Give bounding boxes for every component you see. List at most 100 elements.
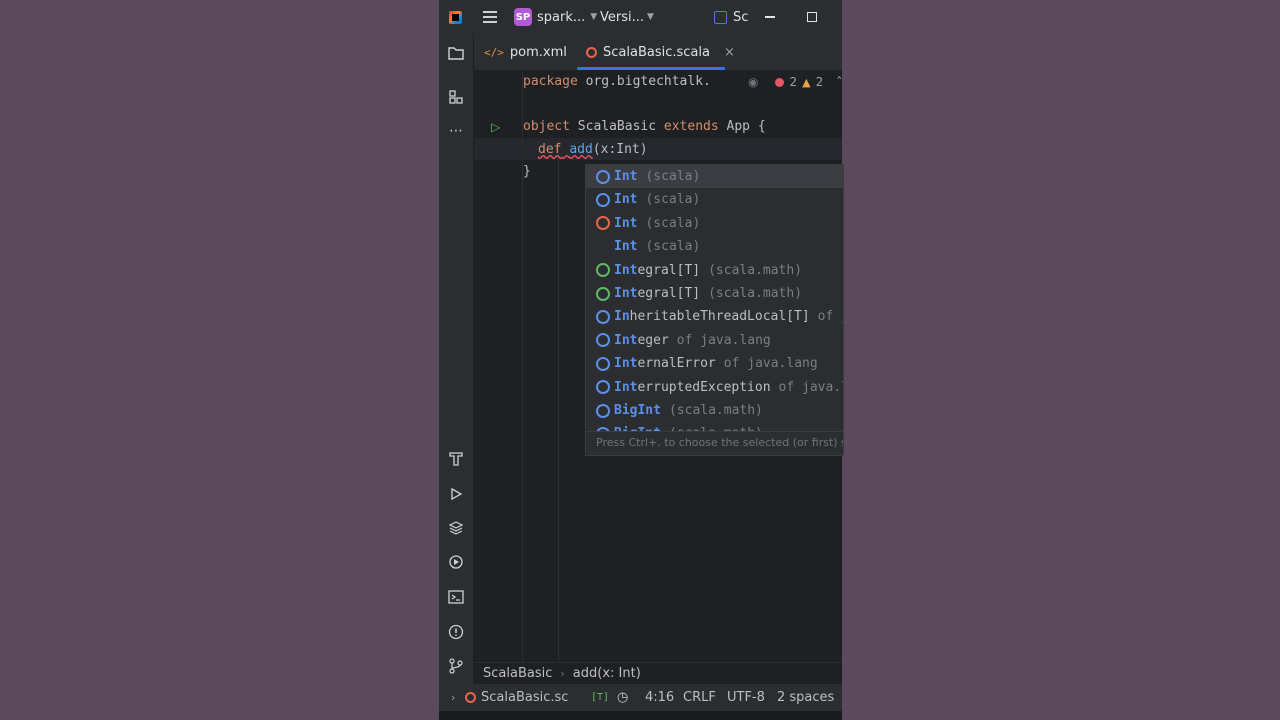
scala-file-icon [586,46,597,58]
minimize-button[interactable] [763,0,777,34]
scala-file-icon [465,692,476,703]
object-icon [596,216,610,231]
completion-match: Int [614,239,638,255]
chevron-up-icon[interactable]: ˄ [836,75,842,89]
title-bar: SP spark... ▼ Versi... ▼ Sc [439,0,842,34]
project-widget[interactable]: SP spark... ▼ [514,0,597,34]
completion-item[interactable]: InheritableThreadLocal[T] of j [586,305,843,328]
project-badge: SP [514,8,532,26]
class-object-icon [596,403,610,418]
completion-item[interactable]: Int ernalError of java.lang [586,352,843,375]
completion-match: Int [614,262,638,278]
completion-hint: Press Ctrl+. to choose the selected (or … [596,436,844,449]
tab-label: pom.xml [509,44,567,60]
completion-tail: of java.lang [676,332,771,348]
error-icon [775,77,785,87]
completion-item[interactable]: Int eger of java.lang [586,329,843,352]
intellij-logo-icon[interactable] [449,0,463,34]
tab-scalabasic-scala[interactable]: ScalaBasic.scala × [586,34,735,70]
caret-position[interactable]: 4:16 [645,684,674,711]
chevron-down-icon: ▼ [590,12,598,22]
completion-tail: (scala.math) [668,403,763,418]
vcs-widget[interactable]: Versi... ▼ [600,0,654,34]
code-line-close: } [523,164,531,179]
trait-icon [596,263,610,278]
completion-item[interactable]: Int (scala) [586,212,843,235]
completion-match: Int [614,169,638,184]
code-line-object: object ScalaBasic extends App { [523,119,766,134]
vcs-label: Versi... [600,9,645,25]
active-tab-indicator [577,67,725,70]
completion-tail: (scala.math) [708,286,803,301]
completion-item[interactable]: Int (scala) [586,235,843,258]
completion-rest: egral[T] [637,286,701,301]
completion-tail: (scala) [645,169,701,184]
layers-icon[interactable] [447,519,465,537]
indent-guide [558,141,559,661]
completion-match: Int [614,286,638,301]
reader-mode-eye-icon[interactable]: ◉ [748,75,758,89]
run-gutter-icon[interactable]: ▷ [491,120,500,134]
breadcrumb-member[interactable]: add(x: Int) [573,666,641,681]
maximize-button[interactable] [805,0,819,34]
run-config-widget[interactable]: Sc [714,0,748,34]
editor-tab-bar: </> pom.xml ScalaBasic.scala × ⋮ [474,34,842,71]
project-folder-icon[interactable] [447,44,465,62]
services-icon[interactable] [447,553,465,571]
completion-item[interactable]: Int egral[T] (scala.math) [586,282,843,305]
completion-item[interactable]: Int egral[T] (scala.math) [586,259,843,282]
completion-rest: egral[T] [637,262,701,278]
project-name: spark... [537,9,586,25]
build-hammer-icon[interactable] [447,450,465,468]
gutter-divider [522,71,523,662]
status-bar: › ScalaBasic.sc [T] ◷ 4:16 CRLF UTF-8 2 … [439,684,842,711]
run-config-label: Sc [733,9,749,25]
completion-tail: (scala) [645,239,701,255]
completion-item[interactable]: BigInt (scala.math) [586,399,843,422]
chevron-right-icon[interactable]: › [451,684,455,711]
completion-match: Int [614,379,638,395]
terminal-icon[interactable] [447,588,465,606]
completion-tail: of j [817,309,843,325]
file-encoding[interactable]: UTF-8 [727,684,765,711]
completion-match: Int [614,332,638,348]
breadcrumb-object[interactable]: ScalaBasic [483,666,552,681]
status-file[interactable]: ScalaBasic.sc [465,684,568,711]
breadcrumb: ScalaBasic › add(x: Int) [474,662,842,684]
completion-rest: eger [637,332,669,348]
code-line-def: def add(x:Int) [538,142,648,157]
tab-label: ScalaBasic.scala [603,44,710,60]
completion-match: BigInt [614,403,661,418]
completion-tail: of java.lang [723,356,818,372]
exception-icon [596,380,610,395]
type-indicator[interactable]: [T] [591,684,609,711]
chevron-down-icon: ▼ [647,12,654,22]
close-icon[interactable]: × [724,45,735,60]
line-separator[interactable]: CRLF [683,684,716,711]
completion-rest: ernalError [637,356,716,372]
error-count: 2 [789,75,798,89]
blank-icon [596,240,610,254]
completion-item[interactable]: Int erruptedException of java.l [586,376,843,399]
main-menu-icon[interactable] [482,0,498,34]
code-line-package: package org.bigtechtalk. [523,74,711,89]
class-object-icon [596,169,610,184]
more-tools-icon[interactable]: ⋯ [447,122,465,140]
completion-item[interactable]: Int (scala) [586,165,843,188]
exception-icon [596,356,610,371]
run-icon[interactable] [447,485,465,503]
problems-icon[interactable] [447,623,465,641]
inspection-widget[interactable]: ◉ 2 ▲ 2 ˄ ˅ [748,73,842,91]
completion-rest: heritableThreadLocal[T] [629,309,810,325]
warning-icon: ▲ [802,75,811,89]
os-taskbar [439,711,842,720]
code-completion-popup: Int (scala) Int (scala) Int (scala) Int (scala)… [585,164,844,456]
git-branch-icon[interactable] [447,657,465,675]
class-object-icon [596,192,610,207]
clock-icon[interactable]: ◷ [617,684,628,711]
tab-pom-xml[interactable]: </> pom.xml [484,34,567,70]
completion-item[interactable]: Int (scala) [586,188,843,211]
completion-tail: (scala) [645,192,701,208]
structure-icon[interactable] [447,88,465,106]
indent-setting[interactable]: 2 spaces [777,684,834,711]
